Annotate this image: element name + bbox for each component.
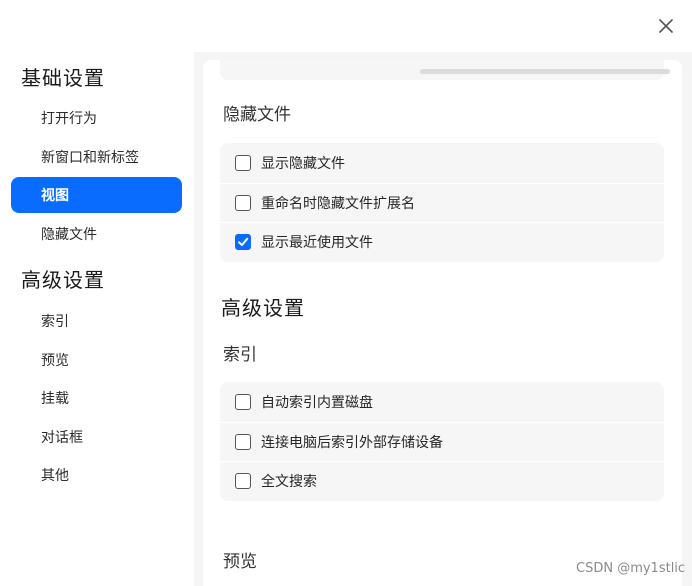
- sidebar-item-hidden-files[interactable]: 隐藏文件: [11, 216, 182, 252]
- sidebar-item-label: 对话框: [41, 430, 83, 446]
- checkmark-icon: [238, 238, 249, 247]
- option-label: 显示隐藏文件: [261, 155, 345, 172]
- settings-window: 基础设置 打开行为 新窗口和新标签 视图 隐藏文件 高级设置 索引 预览 挂载 …: [0, 0, 692, 586]
- option-show-hidden-files[interactable]: 显示隐藏文件: [220, 143, 664, 183]
- index-title: 索引: [223, 345, 257, 365]
- preview-title: 预览: [223, 552, 257, 572]
- index-options: 自动索引内置磁盘 连接电脑后索引外部存储设备 全文搜索: [220, 382, 664, 501]
- option-full-text-search[interactable]: 全文搜索: [220, 461, 664, 501]
- checkbox-unchecked-icon[interactable]: [235, 393, 251, 410]
- option-label: 重命名时隐藏文件扩展名: [261, 195, 415, 212]
- option-auto-index-internal-disk[interactable]: 自动索引内置磁盘: [220, 382, 664, 422]
- sidebar-item-label: 预览: [41, 353, 69, 369]
- sidebar-item-label: 挂载: [41, 391, 69, 407]
- sidebar-item-dialog[interactable]: 对话框: [11, 419, 182, 455]
- sidebar-item-mount[interactable]: 挂载: [11, 380, 182, 416]
- sidebar: 基础设置 打开行为 新窗口和新标签 视图 隐藏文件 高级设置 索引 预览 挂载 …: [0, 52, 194, 586]
- close-icon: [659, 19, 673, 33]
- scroll-indicator[interactable]: [420, 69, 670, 74]
- close-button[interactable]: [654, 14, 678, 38]
- option-index-external-storage[interactable]: 连接电脑后索引外部存储设备: [220, 421, 664, 462]
- checkbox-unchecked-icon[interactable]: [235, 433, 251, 450]
- checkbox-unchecked-icon[interactable]: [235, 154, 251, 171]
- sidebar-item-other[interactable]: 其他: [11, 457, 182, 493]
- checkbox-checked-icon[interactable]: [235, 234, 251, 251]
- advanced-settings-title: 高级设置: [221, 296, 305, 320]
- sidebar-item-label: 隐藏文件: [41, 227, 97, 243]
- hidden-files-title: 隐藏文件: [223, 105, 291, 125]
- sidebar-item-label: 其他: [41, 468, 69, 484]
- settings-content[interactable]: 隐藏文件 显示隐藏文件 重命名时隐藏文件扩展名 显示最近使用文件 高级设置 索引: [203, 60, 682, 586]
- sidebar-item-open-behavior[interactable]: 打开行为: [11, 100, 182, 136]
- option-label: 全文搜索: [261, 474, 317, 491]
- watermark: CSDN @my1stlic: [576, 561, 686, 576]
- sidebar-item-label: 新窗口和新标签: [41, 150, 139, 166]
- checkbox-unchecked-icon[interactable]: [235, 194, 251, 211]
- sidebar-item-index[interactable]: 索引: [11, 303, 182, 339]
- hidden-files-options: 显示隐藏文件 重命名时隐藏文件扩展名 显示最近使用文件: [220, 143, 664, 262]
- sidebar-item-preview[interactable]: 预览: [11, 342, 182, 378]
- option-show-recent-files[interactable]: 显示最近使用文件: [220, 222, 664, 262]
- option-label: 显示最近使用文件: [261, 235, 373, 252]
- sidebar-section-advanced: 高级设置: [21, 268, 105, 292]
- sidebar-item-label: 视图: [41, 188, 69, 204]
- option-label: 自动索引内置磁盘: [261, 394, 373, 411]
- sidebar-item-label: 打开行为: [41, 111, 97, 127]
- option-hide-extension-on-rename[interactable]: 重命名时隐藏文件扩展名: [220, 182, 664, 223]
- checkbox-unchecked-icon[interactable]: [235, 473, 251, 490]
- previous-settings-card: [220, 60, 670, 80]
- sidebar-item-view[interactable]: 视图: [11, 177, 182, 213]
- sidebar-section-basic: 基础设置: [21, 66, 105, 90]
- sidebar-item-new-window-tab[interactable]: 新窗口和新标签: [11, 139, 182, 175]
- option-label: 连接电脑后索引外部存储设备: [261, 434, 443, 451]
- sidebar-item-label: 索引: [41, 314, 69, 330]
